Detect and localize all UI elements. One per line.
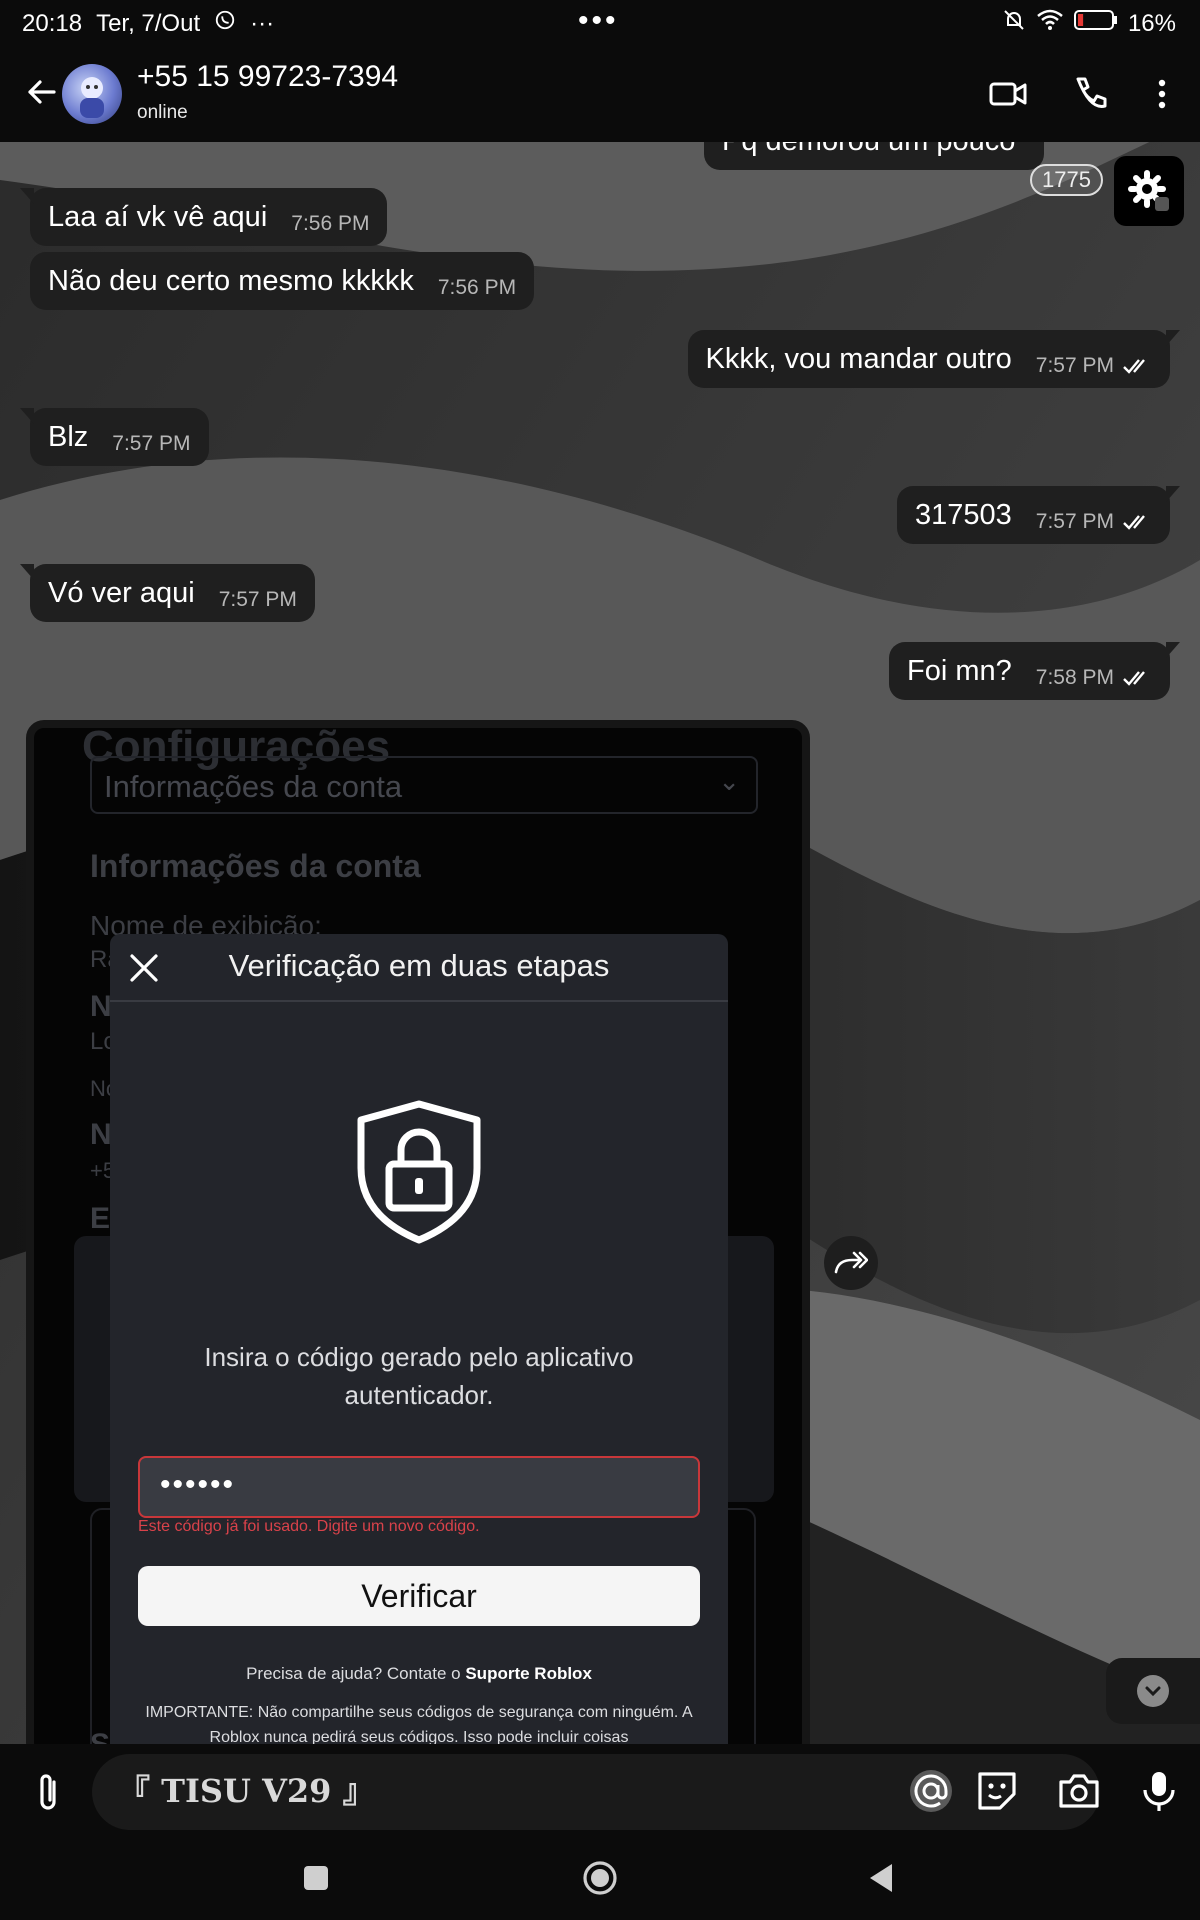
chevron-down-icon — [1137, 1675, 1169, 1707]
message-incoming[interactable]: Blz 7:57 PM — [20, 408, 209, 466]
contact-avatar[interactable] — [62, 64, 122, 124]
scroll-to-bottom-button[interactable] — [1106, 1658, 1200, 1724]
mention-icon[interactable] — [908, 1768, 954, 1814]
counter-badge: 1775 — [1030, 164, 1103, 196]
recents-icon[interactable] — [296, 1858, 336, 1898]
system-navigation-bar — [0, 1838, 1200, 1920]
double-check-icon — [1123, 671, 1145, 686]
message-time: 7:56 PM — [437, 276, 517, 299]
video-call-icon[interactable] — [988, 74, 1028, 114]
message-text: Pq demorou um pouco — [722, 142, 1015, 158]
verify-button[interactable]: Verificar — [138, 1566, 700, 1626]
message-outgoing[interactable]: 317503 7:57 PM — [897, 486, 1180, 544]
more-vert-icon[interactable] — [1142, 74, 1182, 114]
two-step-verification-modal: Verificação em duas etapas Insira o códi… — [110, 934, 728, 1744]
help-prefix: Precisa de ajuda? Contate o — [246, 1664, 466, 1683]
sticker-icon[interactable] — [974, 1768, 1020, 1814]
message-text: Laa aí vk vê aqui — [48, 200, 268, 233]
status-center-dots: ••• — [578, 4, 619, 37]
contact-status: online — [137, 102, 188, 123]
home-icon[interactable] — [580, 1858, 620, 1898]
message-incoming[interactable]: Vó ver aqui 7:57 PM — [20, 564, 315, 622]
screenshot-section-title: Informações da conta — [90, 848, 421, 884]
forward-icon[interactable] — [824, 1236, 878, 1290]
double-check-icon — [1123, 359, 1145, 374]
important-notice: IMPORTANTE: Não compartilhe seus códigos… — [145, 1704, 693, 1744]
microphone-icon[interactable] — [1136, 1768, 1182, 1814]
double-check-icon — [1123, 515, 1145, 530]
message-text: Foi mn? — [907, 654, 1012, 687]
status-bar: 20:18 Ter, 7/Out ··· ••• 16% — [0, 0, 1200, 46]
message-text: 317503 — [915, 498, 1012, 531]
contact-name[interactable]: +55 15 99723-7394 — [137, 60, 398, 94]
message-time: 7:56 PM — [291, 212, 370, 235]
screenshot-dropdown: Informações da conta ⌄ — [90, 756, 758, 814]
battery-icon — [1073, 9, 1118, 38]
message-text: Kkkk, vou mandar outro — [705, 342, 1012, 375]
code-error-message: Este código já foi usado. Digite um novo… — [138, 1518, 480, 1535]
help-text: Precisa de ajuda? Contate o Suporte Robl… — [110, 1664, 728, 1684]
paperclip-icon[interactable] — [30, 1770, 66, 1814]
wifi-icon — [1036, 8, 1064, 39]
settings-gear-icon[interactable] — [1114, 156, 1184, 226]
battery-percent: 16% — [1127, 9, 1176, 37]
message-time: 7:57 PM — [218, 588, 297, 611]
draft-text[interactable]: 『 TISU V29 』 — [118, 1766, 375, 1812]
chat-header: +55 15 99723-7394 online — [0, 46, 1200, 142]
modal-description: Insira o código gerado pelo aplicativo a… — [204, 1342, 634, 1410]
message-incoming[interactable]: Laa aí vk vê aqui 7:56 PM — [19, 188, 388, 246]
status-date: Ter, 7/Out — [96, 9, 201, 37]
message-incoming[interactable]: Não deu certo mesmo kkkkk 7:56 PM — [30, 252, 535, 310]
message-time: 7:57 PM — [1035, 354, 1114, 377]
message-input-bar: 『 TISU V29 』 — [0, 1744, 1200, 1838]
screenshot-dropdown-value: Informações da conta — [104, 769, 403, 804]
phone-icon[interactable] — [1070, 74, 1110, 114]
message-outgoing[interactable]: Kkkk, vou mandar outro 7:57 PM — [687, 330, 1181, 388]
message-outgoing[interactable]: Foi mn? 7:58 PM — [889, 642, 1180, 700]
code-input[interactable]: •••••• — [138, 1456, 700, 1518]
message-time: 7:58 PM — [1035, 666, 1114, 689]
message-text: Não deu certo mesmo kkkkk — [48, 264, 414, 297]
message-partial[interactable]: Pq demorou um pouco — [704, 142, 1044, 170]
chevron-down-icon: ⌄ — [718, 766, 740, 796]
message-text: Vó ver aqui — [48, 576, 195, 609]
message-time: 7:57 PM — [1035, 510, 1114, 533]
status-time: 20:18 — [22, 9, 83, 37]
whatsapp-notification-icon — [214, 9, 236, 38]
support-link[interactable]: Suporte Roblox — [465, 1664, 592, 1683]
message-time: 7:57 PM — [112, 432, 191, 455]
mute-bell-icon — [1002, 8, 1026, 39]
camera-icon[interactable] — [1056, 1768, 1102, 1814]
modal-title: Verificação em duas etapas — [228, 948, 610, 983]
status-more: ··· — [250, 9, 275, 37]
message-text: Blz — [48, 420, 89, 453]
back-arrow-icon[interactable] — [22, 72, 62, 112]
lock-shield-icon — [353, 1098, 485, 1246]
back-nav-icon[interactable] — [862, 1858, 902, 1898]
modal-header: Verificação em duas etapas — [110, 934, 728, 1002]
